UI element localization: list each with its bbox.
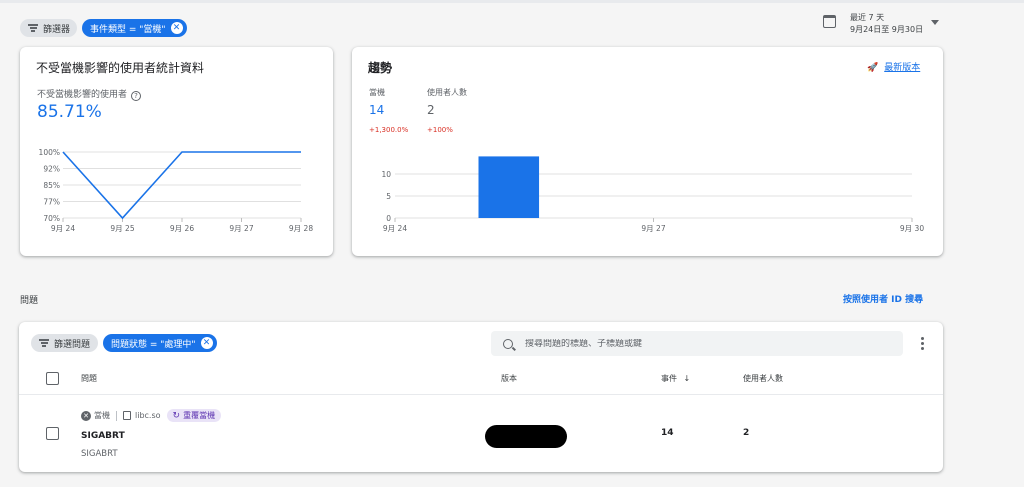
column-header-users[interactable]: 使用者人數: [743, 373, 783, 384]
latest-version-link[interactable]: 🚀 最新版本: [867, 60, 920, 73]
x-tick-label: 9月 27: [641, 224, 665, 233]
x-tick-label: 9月 24: [383, 224, 407, 233]
metric-label-text: 不受當機影響的使用者: [37, 90, 128, 100]
issue-subtitle: SIGABRT: [81, 449, 118, 459]
crash-free-line-chart: 100% 92% 85% 77% 70%9月 24 9月 25 9月 26 9月 27 9月 2…: [39, 148, 314, 233]
column-header-version[interactable]: 版本: [501, 373, 517, 384]
column-header-issue[interactable]: 問題: [81, 373, 97, 384]
select-all-checkbox[interactable]: [46, 372, 59, 385]
help-icon[interactable]: ?: [131, 91, 142, 101]
filter-button[interactable]: 篩選器: [20, 19, 77, 37]
divider: [19, 394, 943, 395]
chevron-down-icon: [931, 20, 940, 25]
x-tick-label: 9月 30: [900, 224, 924, 233]
x-tick-label: 9月 24: [51, 224, 75, 233]
refresh-icon: ↻: [172, 410, 181, 421]
card-title: 趨勢: [368, 61, 393, 75]
latest-version-label: 最新版本: [884, 63, 921, 73]
y-tick-label: 77%: [43, 198, 60, 207]
crash-free-users-card: 不受當機影響的使用者統計資料 不受當機影響的使用者? 85.71% 100% 92…: [20, 47, 333, 256]
file-icon: [123, 411, 131, 420]
issue-search-input[interactable]: [525, 338, 885, 349]
issue-users-count: 2: [743, 428, 750, 438]
metric-label: 不受當機影響的使用者?: [37, 87, 142, 101]
x-tick-label: 9月 26: [170, 224, 194, 233]
issues-section-title: 問題: [20, 296, 39, 306]
bar: [478, 156, 540, 218]
metric-value: 85.71%: [37, 102, 102, 122]
close-icon[interactable]: ✕: [200, 337, 213, 349]
more-vert-icon[interactable]: [921, 337, 925, 352]
date-range-value: 9月24日至 9月30日: [850, 25, 924, 34]
users-stat-label: 使用者人數: [427, 88, 467, 97]
issue-status-chip-label: 問題狀態 = "處理中": [111, 339, 196, 350]
y-tick-label: 70%: [43, 214, 60, 223]
trends-bar-chart: 10 5 09月 24 9月 27 9月 30: [381, 156, 924, 233]
y-tick-label: 85%: [43, 181, 60, 190]
redacted-version: [485, 425, 567, 448]
date-range-label: 最近 7 天: [850, 13, 885, 22]
crash-icon: ✕: [81, 410, 91, 421]
close-icon[interactable]: ✕: [170, 22, 183, 34]
event-type-filter-chip[interactable]: 事件類型 = "當機" ✕: [82, 19, 187, 37]
date-range-picker[interactable]: 最近 7 天 9月24日至 9月30日: [823, 12, 940, 36]
calendar-icon: [823, 15, 836, 28]
trends-card: 趨勢 🚀 最新版本 當機 14 +1,300.0% 使用者人數 2 +100% 1…: [352, 47, 943, 256]
users-stat-value: 2: [427, 103, 435, 117]
crashes-stat-value: 14: [369, 103, 385, 117]
issue-type: 當機: [94, 411, 110, 420]
column-header-events[interactable]: 事件 ↓: [661, 373, 690, 384]
event-type-chip-label: 事件類型 = "當機": [90, 24, 166, 35]
issue-status-filter-chip[interactable]: 問題狀態 = "處理中" ✕: [103, 334, 217, 352]
search-by-user-id-link[interactable]: 按照使用者 ID 搜尋: [843, 292, 923, 305]
crashes-stat-delta: +1,300.0%: [369, 126, 409, 134]
rocket-icon: 🚀: [867, 63, 879, 73]
filter-label: 篩選器: [43, 24, 71, 35]
issue-events-count: 14: [661, 428, 674, 438]
filter-icon: [39, 338, 49, 349]
x-tick-label: 9月 25: [110, 224, 134, 233]
issue-title-link[interactable]: SIGABRT: [81, 431, 125, 441]
column-header-events-label: 事件: [661, 374, 677, 383]
arrow-down-icon: ↓: [683, 374, 691, 383]
y-tick-label: 10: [381, 170, 391, 179]
x-tick-label: 9月 28: [289, 224, 313, 233]
issue-filter-button[interactable]: 篩選問題: [31, 334, 99, 352]
y-tick-label: 100%: [39, 148, 60, 157]
x-tick-label: 9月 27: [229, 224, 253, 233]
filter-icon: [28, 23, 38, 34]
y-tick-label: 92%: [43, 165, 60, 174]
card-title: 不受當機影響的使用者統計資料: [36, 61, 205, 75]
users-stat-delta: +100%: [427, 126, 453, 134]
issue-search-box[interactable]: [491, 331, 903, 356]
y-tick-label: 5: [386, 192, 391, 201]
crashes-stat-label: 當機: [369, 88, 385, 97]
y-tick-label: 0: [386, 214, 391, 223]
row-checkbox[interactable]: [46, 427, 59, 440]
issue-file: libc.so: [135, 411, 161, 420]
search-icon: [503, 338, 513, 349]
regression-badge-label: 重覆當機: [183, 411, 216, 420]
regression-badge: ↻ 重覆當機: [166, 409, 222, 422]
issue-meta: ✕ 當機 libc.so ↻ 重覆當機: [81, 409, 222, 422]
top-border: [0, 0, 1024, 3]
issue-filter-label: 篩選問題: [54, 339, 91, 350]
divider: [116, 410, 117, 421]
